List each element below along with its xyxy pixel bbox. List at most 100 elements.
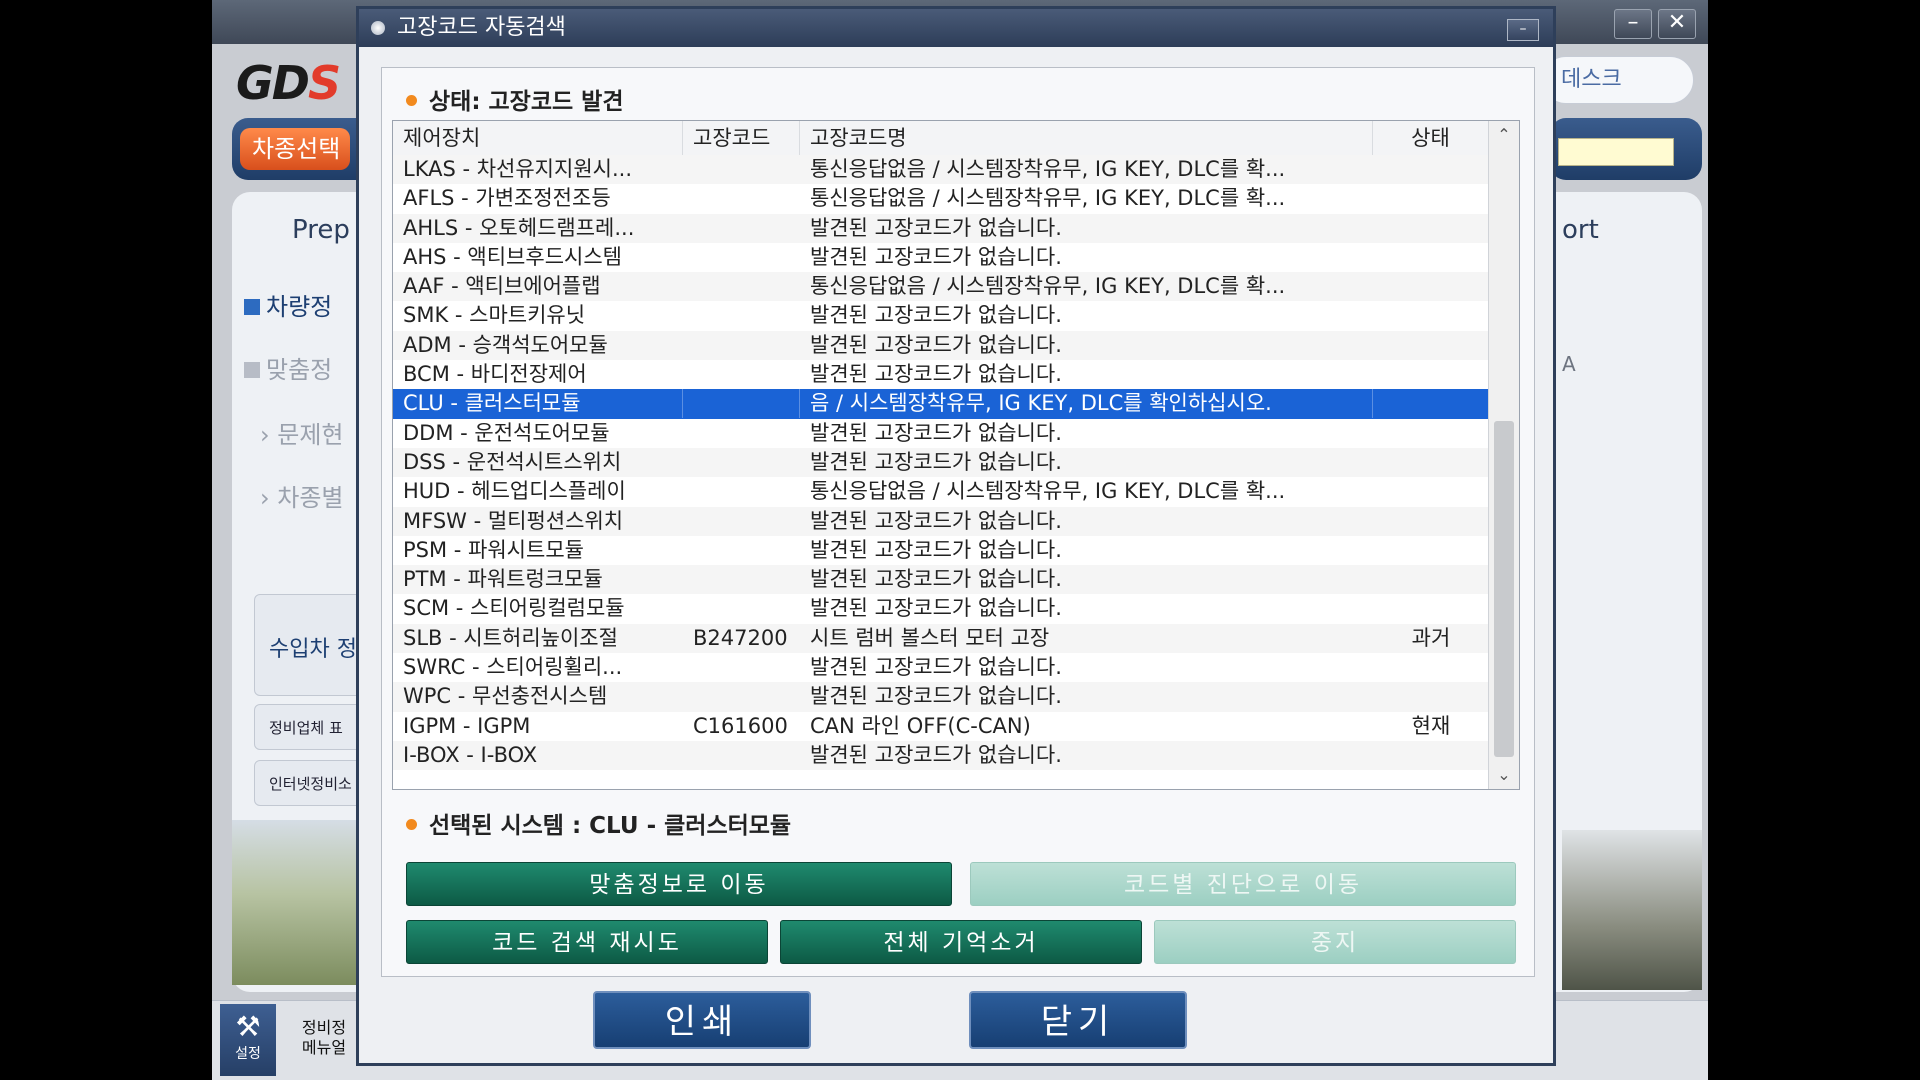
vehicle-field[interactable] xyxy=(1558,138,1674,166)
table-row[interactable]: HUD - 헤드업디스플레이 통신응답없음 / 시스템장착유무, IG KEY, … xyxy=(393,477,1489,507)
cell-name: 통신응답없음 / 시스템장착유무, IG KEY, DLC를 확... xyxy=(810,274,1286,299)
cell-system: SMK - 스마트키유닛 xyxy=(403,303,586,328)
stop-button[interactable]: 중지 xyxy=(1154,920,1516,964)
cell-code xyxy=(683,389,800,419)
side-item-custom-info[interactable]: 맞춤정 xyxy=(244,350,332,385)
scroll-up-icon[interactable]: ⌃ xyxy=(1489,121,1519,149)
scroll-thumb[interactable] xyxy=(1494,421,1514,757)
cell-state xyxy=(1373,477,1489,506)
cell-name: 발견된 고장코드가 없습니다. xyxy=(810,508,1062,533)
manual-menu-button[interactable]: 정비정 메뉴얼 xyxy=(284,1004,364,1076)
table-row[interactable]: AHS - 액티브후드시스템 발견된 고장코드가 없습니다. xyxy=(393,242,1489,273)
table-row[interactable]: I-BOX - I-BOX 발견된 고장코드가 없습니다. xyxy=(393,740,1489,771)
goto-code-diagnosis-button[interactable]: 코드별 진단으로 이동 xyxy=(970,862,1516,906)
table-row[interactable]: AAF - 액티브에어플랩 통신응답없음 / 시스템장착유무, IG KEY, D… xyxy=(393,272,1489,302)
close-dialog-button[interactable]: 닫기 xyxy=(969,991,1187,1049)
table-row[interactable]: PTM - 파워트렁크모듈 발견된 고장코드가 없습니다. xyxy=(393,565,1489,595)
cell-code xyxy=(683,448,800,477)
fault-code-dialog: 고장코드 자동검색 – 상태: 고장코드 발견 제어장치 고장코드 고장코드명 … xyxy=(356,6,1556,1066)
cell-state xyxy=(1373,594,1489,623)
table-row[interactable]: DDM - 운전석도어모듈 발견된 고장코드가 없습니다. xyxy=(393,418,1489,448)
table-row[interactable]: AHLS - 오토헤드램프레... 발견된 고장코드가 없습니다. xyxy=(393,213,1489,243)
cell-state: 현재 xyxy=(1411,713,1451,738)
cell-name: 발견된 고장코드가 없습니다. xyxy=(810,567,1062,592)
cell-state xyxy=(1373,653,1489,682)
dialog-body: 상태: 고장코드 발견 제어장치 고장코드 고장코드명 상태 LKAS - 차선… xyxy=(381,67,1535,977)
cell-name: 발견된 고장코드가 없습니다. xyxy=(810,537,1062,562)
cell-code xyxy=(683,184,800,213)
column-header-system[interactable]: 제어장치 xyxy=(393,121,683,155)
cell-name: 발견된 고장코드가 없습니다. xyxy=(810,742,1062,767)
column-header-state[interactable]: 상태 xyxy=(1373,121,1489,155)
tab-prep[interactable]: Prep xyxy=(292,215,350,245)
table-row[interactable]: ADM - 승객석도어모듈 발견된 고장코드가 없습니다. xyxy=(393,330,1489,361)
vehicle-select-button[interactable]: 차종선택 xyxy=(240,128,350,170)
right-panel-letter: A xyxy=(1562,352,1576,376)
cell-system: ADM - 승객석도어모듈 xyxy=(403,332,608,357)
cell-system: AHS - 액티브후드시스템 xyxy=(403,244,622,269)
scenery-image-right xyxy=(1562,830,1702,990)
cell-state xyxy=(1373,419,1489,448)
cell-system: SCM - 스티어링컬럼모듈 xyxy=(403,596,625,621)
settings-button[interactable]: ⚒ 설정 xyxy=(220,1004,276,1076)
close-icon[interactable]: ✕ xyxy=(1658,9,1696,39)
cell-name: 발견된 고장코드가 없습니다. xyxy=(810,362,1062,387)
table-row[interactable]: DSS - 운전석시트스위치 발견된 고장코드가 없습니다. xyxy=(393,447,1489,478)
goto-custom-info-button[interactable]: 맞춤정보로 이동 xyxy=(406,862,952,906)
window-icon xyxy=(371,21,385,35)
cell-code xyxy=(683,682,800,711)
cell-system: LKAS - 차선유지지원시... xyxy=(403,157,632,181)
desk-button[interactable]: 데스크 xyxy=(1542,56,1694,104)
table-row[interactable]: LKAS - 차선유지지원시... 통신응답없음 / 시스템장착유무, IG KE… xyxy=(393,155,1489,185)
table-row[interactable]: SWRC - 스티어링휠리... 발견된 고장코드가 없습니다. xyxy=(393,653,1489,683)
fault-code-table[interactable]: 제어장치 고장코드 고장코드명 상태 LKAS - 차선유지지원시... 통신응답… xyxy=(392,120,1520,790)
cell-name: 음 / 시스템장착유무, IG KEY, DLC를 확인하십시오. xyxy=(800,389,1373,419)
cell-state xyxy=(1373,448,1489,477)
cell-code xyxy=(683,272,800,301)
dialog-minimize-button[interactable]: – xyxy=(1507,19,1539,41)
cell-system: HUD - 헤드업디스플레이 xyxy=(403,479,626,504)
table-row[interactable]: WPC - 무선충전시스템 발견된 고장코드가 없습니다. xyxy=(393,682,1489,712)
column-header-name[interactable]: 고장코드명 xyxy=(800,121,1373,155)
cell-system: DSS - 운전석시트스위치 xyxy=(403,449,622,474)
cell-state xyxy=(1373,272,1489,301)
table-row[interactable]: PSM - 파워시트모듈 발견된 고장코드가 없습니다. xyxy=(393,535,1489,566)
table-row[interactable]: BCM - 바디전장제어 발견된 고장코드가 없습니다. xyxy=(393,360,1489,390)
cell-name: 발견된 고장코드가 없습니다. xyxy=(810,303,1062,328)
cell-state xyxy=(1373,331,1489,360)
table-row[interactable]: MFSW - 멀티펑션스위치 발견된 고장코드가 없습니다. xyxy=(393,506,1489,536)
column-header-code[interactable]: 고장코드 xyxy=(683,121,800,155)
dialog-title: 고장코드 자동검색 xyxy=(397,15,566,40)
table-row[interactable]: AFLS - 가변조정전조등 통신응답없음 / 시스템장착유무, IG KEY, … xyxy=(393,184,1489,214)
scroll-down-icon[interactable]: ⌄ xyxy=(1489,761,1519,789)
gds-logo: GDS xyxy=(236,56,341,110)
clear-all-memory-button[interactable]: 전체 기억소거 xyxy=(780,920,1142,964)
bullet-icon xyxy=(244,362,260,378)
bullet-icon xyxy=(244,299,260,315)
side-item-by-model[interactable]: › 차종별 xyxy=(260,478,343,513)
tab-report[interactable]: ort xyxy=(1562,215,1599,245)
cell-code xyxy=(683,565,800,594)
retry-code-search-button[interactable]: 코드 검색 재시도 xyxy=(406,920,768,964)
table-row[interactable]: CLU - 클러스터모듈 음 / 시스템장착유무, IG KEY, DLC를 확인… xyxy=(393,389,1489,419)
cell-state xyxy=(1373,565,1489,594)
table-rows: LKAS - 차선유지지원시... 통신응답없음 / 시스템장착유무, IG KE… xyxy=(393,155,1489,771)
side-item-vehicle-info[interactable]: 차량정 xyxy=(244,287,332,322)
table-row[interactable]: IGPM - IGPM C161600 CAN 라인 OFF(C-CAN) 현재 xyxy=(393,711,1489,741)
table-row[interactable]: SMK - 스마트키유닛 발견된 고장코드가 없습니다. xyxy=(393,301,1489,331)
cell-name: CAN 라인 OFF(C-CAN) xyxy=(810,713,1031,738)
cell-state xyxy=(1373,741,1489,770)
cell-state xyxy=(1373,155,1489,184)
cell-code xyxy=(683,653,800,682)
cell-code: B247200 xyxy=(693,625,788,650)
print-button[interactable]: 인쇄 xyxy=(593,991,811,1049)
minimize-button[interactable]: – xyxy=(1614,9,1652,39)
side-item-symptom[interactable]: › 문제현 xyxy=(260,415,343,450)
cell-name: 발견된 고장코드가 없습니다. xyxy=(810,420,1062,445)
table-row[interactable]: SCM - 스티어링컬럼모듈 발견된 고장코드가 없습니다. xyxy=(393,594,1489,624)
table-row[interactable]: SLB - 시트허리높이조절 B247200 시트 럼버 볼스터 모터 고장 과거 xyxy=(393,623,1489,654)
cell-code xyxy=(683,331,800,360)
table-scrollbar[interactable]: ⌃ ⌄ xyxy=(1488,121,1519,789)
cell-state xyxy=(1373,214,1489,243)
cell-name: 발견된 고장코드가 없습니다. xyxy=(810,596,1062,621)
